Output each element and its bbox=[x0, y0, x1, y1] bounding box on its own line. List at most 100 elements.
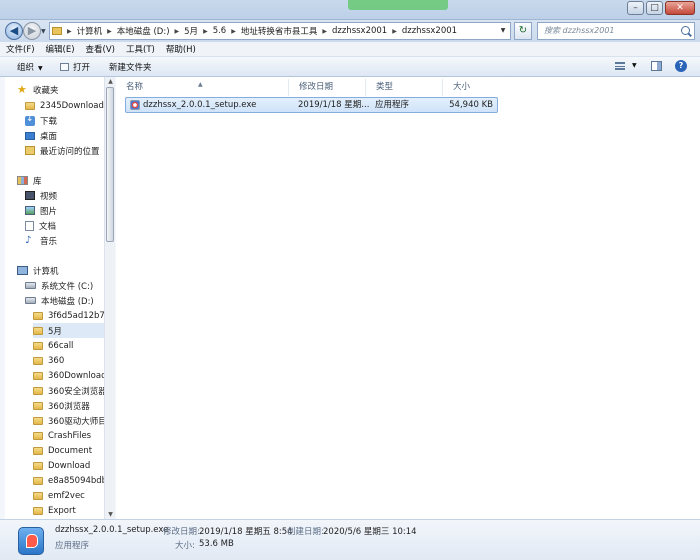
folder-icon bbox=[33, 431, 43, 440]
details-created-label: 创建日期: bbox=[287, 527, 324, 537]
nav-folder-item[interactable]: Export bbox=[33, 503, 114, 518]
organize-button[interactable]: 组织 ▼ bbox=[17, 61, 43, 73]
change-view-icon[interactable] bbox=[615, 62, 625, 70]
scrollbar-thumb[interactable] bbox=[106, 87, 114, 242]
maximize-button[interactable]: □ bbox=[646, 1, 663, 15]
menu-view[interactable]: 查看(V) bbox=[86, 43, 115, 55]
chevron-right-icon[interactable]: ▶ bbox=[229, 28, 238, 35]
folder-icon bbox=[33, 416, 43, 425]
nav-drive-d[interactable]: 本地磁盘 (D:) bbox=[25, 293, 114, 308]
search-icon[interactable] bbox=[681, 26, 690, 35]
application-icon bbox=[18, 527, 44, 555]
folder-icon bbox=[33, 356, 43, 365]
nav-folder-item[interactable]: Document bbox=[33, 443, 114, 458]
folder-icon bbox=[33, 446, 43, 455]
picture-icon bbox=[25, 206, 35, 215]
file-row[interactable]: dzzhssx_2.0.0.1_setup.exe 2019/1/18 星期..… bbox=[125, 97, 498, 113]
new-folder-label: 新建文件夹 bbox=[109, 63, 152, 73]
refresh-button[interactable]: ↻ bbox=[514, 22, 532, 40]
menu-edit[interactable]: 编辑(E) bbox=[46, 43, 75, 55]
breadcrumb-item[interactable]: 计算机 bbox=[74, 25, 106, 37]
file-name: dzzhssx_2.0.0.1_setup.exe bbox=[143, 100, 257, 110]
address-bar[interactable]: ▶ 计算机 ▶ 本地磁盘 (D:) ▶ 5月 ▶ 5.6 ▶ 地址转换省市县工具 ▶ dzzhssx2… bbox=[49, 22, 511, 40]
nav-drive-c[interactable]: 系统文件 (C:) bbox=[25, 278, 114, 293]
chevron-right-icon[interactable]: ▶ bbox=[201, 28, 210, 35]
nav-folder-item[interactable]: 360 bbox=[33, 353, 114, 368]
sort-up-icon: ▲ bbox=[198, 81, 203, 88]
close-button[interactable]: ✕ bbox=[665, 1, 695, 15]
help-icon[interactable]: ? bbox=[675, 60, 687, 72]
nav-folder-item[interactable]: 5月 bbox=[33, 323, 114, 338]
nav-libraries[interactable]: 库 bbox=[17, 173, 114, 188]
scroll-up-arrow[interactable]: ▲ bbox=[106, 77, 115, 86]
nav-favorites[interactable]: ★ 收藏夹 bbox=[17, 82, 114, 97]
breadcrumb-item[interactable]: 5.6 bbox=[210, 26, 230, 36]
open-button[interactable]: 打开 bbox=[60, 61, 90, 73]
nav-folder-item[interactable]: 360安全浏览器下 bbox=[33, 383, 114, 398]
nav-folder-label: Document bbox=[48, 445, 93, 456]
nav-folder-item[interactable]: CrashFiles bbox=[33, 428, 114, 443]
menu-help[interactable]: 帮助(H) bbox=[166, 43, 196, 55]
column-header-type[interactable]: 类型 bbox=[366, 79, 443, 96]
back-button[interactable]: ◀ bbox=[5, 22, 23, 40]
address-history-dropdown[interactable]: ▼ bbox=[496, 23, 510, 39]
forward-button[interactable]: ▶ bbox=[23, 22, 41, 40]
nav-item-desktop[interactable]: 桌面 bbox=[25, 128, 114, 143]
preview-pane-icon[interactable] bbox=[651, 61, 662, 71]
nav-item-music[interactable]: ♪ 音乐 bbox=[25, 233, 114, 248]
breadcrumb-item[interactable]: dzzhssx2001 bbox=[399, 26, 460, 36]
breadcrumb-item[interactable]: 本地磁盘 (D:) bbox=[114, 25, 173, 37]
nav-item-2345downloads[interactable]: 2345Downloads bbox=[25, 98, 114, 113]
recent-pages-dropdown[interactable]: ▼ bbox=[41, 28, 46, 35]
command-bar: 组织 ▼ 打开 新建文件夹 ▼ ? bbox=[0, 57, 700, 77]
nav-folder-item[interactable]: e8a85094bdb5t bbox=[33, 473, 114, 488]
breadcrumb-item[interactable]: dzzhssx2001 bbox=[329, 26, 390, 36]
nav-item-documents[interactable]: 文档 bbox=[25, 218, 114, 233]
nav-folder-item[interactable]: emf2vec bbox=[33, 488, 114, 503]
file-list: ▲ 名称 修改日期 类型 大小 dzzhssx_2.0.0.1_setup.ex… bbox=[116, 77, 700, 519]
nav-folder-item[interactable]: 3f6d5ad12b7ac bbox=[33, 308, 114, 323]
nav-folder-item[interactable]: 360Downloads bbox=[33, 368, 114, 383]
chevron-right-icon[interactable]: ▶ bbox=[105, 28, 114, 35]
download-icon bbox=[25, 114, 35, 126]
minimize-button[interactable]: – bbox=[627, 1, 644, 15]
title-bar: – □ ✕ bbox=[0, 0, 700, 20]
open-label: 打开 bbox=[73, 63, 91, 73]
column-header-date[interactable]: 修改日期 bbox=[289, 79, 366, 96]
column-header-size[interactable]: 大小 bbox=[443, 79, 499, 96]
chevron-right-icon[interactable]: ▶ bbox=[320, 28, 329, 35]
nav-item-downloads[interactable]: 下载 bbox=[25, 113, 114, 128]
nav-scrollbar[interactable]: ▲ ▼ bbox=[104, 77, 115, 519]
chevron-right-icon[interactable]: ▶ bbox=[390, 28, 399, 35]
folder-icon bbox=[33, 491, 43, 500]
nav-item-videos[interactable]: 视频 bbox=[25, 188, 114, 203]
nav-item-pictures[interactable]: 图片 bbox=[25, 203, 114, 218]
breadcrumb-item[interactable]: 5月 bbox=[181, 25, 201, 37]
folder-icon bbox=[33, 401, 43, 410]
folder-icon bbox=[52, 27, 62, 35]
nav-folder-label: emf2vec bbox=[48, 490, 85, 501]
chevron-right-icon[interactable]: ▶ bbox=[173, 28, 182, 35]
search-input[interactable]: 搜索 dzzhssx2001 bbox=[537, 22, 695, 40]
nav-folder-item[interactable]: 66call bbox=[33, 338, 114, 353]
folder-icon bbox=[33, 341, 43, 350]
chevron-right-icon[interactable]: ▶ bbox=[65, 28, 74, 35]
menu-tools[interactable]: 工具(T) bbox=[126, 43, 155, 55]
nav-item-recent[interactable]: 最近访问的位置 bbox=[25, 143, 114, 158]
folder-icon bbox=[33, 371, 43, 380]
scroll-down-arrow[interactable]: ▼ bbox=[106, 510, 115, 519]
new-folder-button[interactable]: 新建文件夹 bbox=[109, 61, 152, 73]
folder-icon bbox=[33, 326, 43, 335]
view-options-dropdown[interactable]: ▼ bbox=[632, 62, 637, 69]
music-icon: ♪ bbox=[25, 234, 32, 246]
menu-file[interactable]: 文件(F) bbox=[6, 43, 35, 55]
nav-folder-item[interactable]: Download bbox=[33, 458, 114, 473]
desktop-icon bbox=[25, 131, 35, 140]
details-type: 应用程序 bbox=[55, 541, 90, 551]
breadcrumb-item[interactable]: 地址转换省市县工具 bbox=[238, 25, 321, 37]
nav-computer[interactable]: 计算机 bbox=[17, 263, 114, 278]
column-header-name[interactable]: ▲ 名称 bbox=[116, 79, 289, 96]
address-row: ◀ ▶ ▼ ▶ 计算机 ▶ 本地磁盘 (D:) ▶ 5月 ▶ 5.6 ▶ 地址转换省市县工具 ▶ dz… bbox=[0, 20, 700, 42]
nav-folder-item[interactable]: 360浏览器 bbox=[33, 398, 114, 413]
nav-folder-item[interactable]: 360驱动大师目录 bbox=[33, 413, 114, 428]
